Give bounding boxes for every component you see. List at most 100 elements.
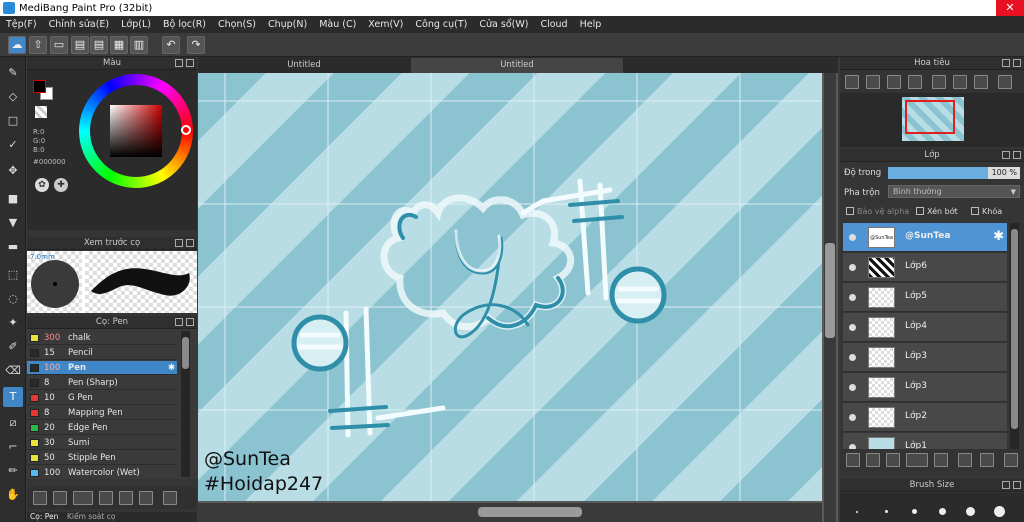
brush-item[interactable]: 50 Stipple Pen — [27, 451, 177, 465]
transparent-swatch[interactable] — [35, 106, 47, 118]
color-wheel[interactable] — [79, 74, 193, 188]
eye-icon[interactable] — [849, 324, 856, 331]
layer-row[interactable]: Lớp2 — [843, 403, 1007, 432]
new-layer-icon[interactable] — [846, 453, 860, 467]
document-icon[interactable]: ▤ — [71, 36, 89, 54]
clip-checkbox[interactable] — [916, 207, 924, 215]
fill-rect-tool-icon[interactable]: ■ — [3, 189, 23, 209]
eyedropper-tool-icon[interactable]: ⌐ — [3, 437, 23, 457]
panel-float-icon[interactable] — [1002, 59, 1010, 67]
scrollbar-thumb[interactable] — [478, 507, 582, 517]
eye-icon[interactable] — [849, 264, 856, 271]
layer-list-scrollbar[interactable] — [1010, 223, 1019, 449]
panel-float-icon[interactable] — [1002, 481, 1010, 489]
trash-icon[interactable] — [163, 491, 177, 505]
gradient-tool-icon[interactable]: ▬ — [3, 237, 23, 257]
panel-close-icon[interactable] — [186, 318, 194, 326]
move-tool-icon[interactable]: ✥ — [3, 161, 23, 181]
gear-icon[interactable]: ✱ — [993, 229, 1004, 244]
eraser-tool-icon[interactable]: ◇ — [3, 87, 23, 107]
navigator-preview[interactable] — [840, 93, 1024, 147]
lasso-tool-icon[interactable]: ◌ — [3, 289, 23, 309]
brush-list-scrollbar[interactable] — [181, 331, 190, 477]
layout-icon[interactable]: ▥ — [130, 36, 148, 54]
opacity-slider[interactable]: 100 % — [888, 167, 1020, 179]
menu-window[interactable]: Cửa sổ(W) — [473, 19, 534, 30]
new-brush-icon[interactable] — [53, 491, 67, 505]
brush-item[interactable]: 10 G Pen — [27, 391, 177, 405]
new-1bit-layer-icon[interactable] — [886, 453, 900, 467]
panel-float-icon[interactable] — [175, 59, 183, 67]
rotate-left-icon[interactable] — [932, 75, 946, 89]
hand-tool-icon[interactable]: ✋ — [3, 485, 23, 505]
eye-icon[interactable] — [849, 294, 856, 301]
brush-item[interactable]: 20 Edge Pen — [27, 421, 177, 435]
lock-option[interactable]: Khóa — [971, 207, 1002, 216]
layer-row[interactable]: Lớp5 — [843, 283, 1007, 312]
eyedropper2-tool-icon[interactable]: ✏ — [3, 461, 23, 481]
clip-option[interactable]: Xén bớt — [916, 207, 958, 216]
actual-size-icon[interactable] — [908, 75, 922, 89]
layer-folder-icon[interactable] — [934, 453, 948, 467]
page-icon[interactable]: ▤ — [90, 36, 108, 54]
tab-brush-control[interactable]: Kiểm soát cọ — [67, 512, 115, 522]
folder-icon[interactable] — [119, 491, 133, 505]
add-brush-icon[interactable] — [33, 491, 47, 505]
panel-float-icon[interactable] — [1002, 151, 1010, 159]
dot-tool-icon[interactable]: ✓ — [3, 135, 23, 155]
canvas-horizontal-scrollbar[interactable] — [198, 503, 822, 522]
panel-close-icon[interactable] — [186, 59, 194, 67]
layer-row[interactable]: Lớp3 — [843, 343, 1007, 372]
eye-icon[interactable] — [849, 354, 856, 361]
comment-icon[interactable]: ▭ — [50, 36, 68, 54]
flip-icon[interactable] — [998, 75, 1012, 89]
zoom-in-icon[interactable] — [845, 75, 859, 89]
text-tool-icon[interactable]: T — [3, 387, 23, 407]
fit-icon[interactable] — [887, 75, 901, 89]
new-halftone-layer-icon[interactable] — [866, 453, 880, 467]
brush-item[interactable]: 15 Pencil — [27, 346, 177, 360]
tab-document-1[interactable]: Untitled — [198, 58, 410, 73]
menu-layer[interactable]: Lớp(L) — [115, 19, 157, 30]
layer-row[interactable]: Lớp4 — [843, 313, 1007, 342]
menu-filter[interactable]: Bộ lọc(R) — [157, 19, 212, 30]
palette-add-icon[interactable]: ✚ — [54, 178, 68, 192]
magic-wand-tool-icon[interactable]: ✦ — [3, 313, 23, 333]
panel-float-icon[interactable] — [175, 318, 183, 326]
brush-size-option[interactable] — [939, 508, 946, 515]
eye-icon[interactable] — [849, 414, 856, 421]
menu-tools[interactable]: Công cụ(T) — [409, 19, 473, 30]
hue-knob[interactable] — [181, 125, 191, 135]
brush-size-option[interactable] — [856, 511, 858, 513]
bucket-tool-icon[interactable]: ▼ — [3, 213, 23, 233]
rotate-reset-icon[interactable] — [953, 75, 967, 89]
undo-icon[interactable]: ↶ — [162, 36, 180, 54]
zoom-out-icon[interactable] — [866, 75, 880, 89]
blend-mode-select[interactable]: Bình thường ▼ — [888, 185, 1020, 198]
brush-item[interactable]: 8 Pen (Sharp) — [27, 376, 177, 390]
protect-alpha-checkbox[interactable] — [846, 207, 854, 215]
brush-item[interactable]: 8 Mapping Pen — [27, 406, 177, 420]
duplicate-icon[interactable] — [139, 491, 153, 505]
layer-row[interactable]: Lớp6 — [843, 253, 1007, 282]
cloud-icon[interactable]: ☁ — [8, 36, 26, 54]
layer-menu-icon[interactable] — [906, 453, 928, 467]
shape-tool-icon[interactable]: □ — [3, 111, 23, 131]
select-eraser-tool-icon[interactable]: ⌫ — [3, 361, 23, 381]
divide-tool-icon[interactable]: ⧄ — [3, 413, 23, 433]
menu-cloud[interactable]: Cloud — [534, 19, 573, 30]
menu-view[interactable]: Xem(V) — [362, 19, 409, 30]
brush-tool-icon[interactable]: ✎ — [3, 63, 23, 83]
upload-icon[interactable]: ⇧ — [29, 36, 47, 54]
layer-row[interactable]: Lớp3 — [843, 373, 1007, 402]
tab-document-2[interactable]: Untitled — [411, 58, 623, 73]
brush-item[interactable]: 30 Sumi — [27, 436, 177, 450]
brush-item[interactable]: 300 chalk — [27, 331, 177, 345]
lock-checkbox[interactable] — [971, 207, 979, 215]
canvas-vertical-scrollbar[interactable] — [824, 73, 836, 522]
panel-close-icon[interactable] — [186, 239, 194, 247]
panel-float-icon[interactable] — [175, 239, 183, 247]
select-tool-icon[interactable]: ⬚ — [3, 265, 23, 285]
menu-help[interactable]: Help — [574, 19, 608, 30]
menu-edit[interactable]: Chỉnh sửa(E) — [43, 19, 116, 30]
